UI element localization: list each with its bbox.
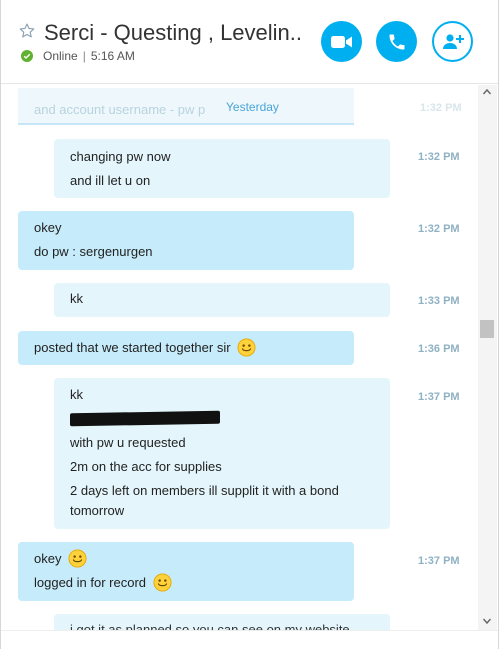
- message-text: with pw u requested: [70, 435, 186, 450]
- message-line: posted that we started together sir: [34, 336, 338, 360]
- message-text: kk: [70, 387, 83, 402]
- conversation-header: Serci - Questing , Levelin... Online | 5…: [1, 0, 498, 84]
- video-call-button[interactable]: [321, 21, 362, 62]
- message-bubble-outgoing[interactable]: i got it as planned so you can see on my…: [54, 614, 390, 630]
- chat-window: Serci - Questing , Levelin... Online | 5…: [0, 0, 499, 649]
- message-bubble-incoming[interactable]: posted that we started together sir: [18, 331, 354, 365]
- scroll-up-arrow-icon[interactable]: [482, 87, 492, 97]
- message-text: changing pw now: [70, 149, 171, 164]
- message-timestamp: 1:37 PM: [418, 391, 460, 403]
- message-bubble-outgoing[interactable]: changing pw now and ill let u on: [54, 139, 390, 198]
- message-text: logged in for record: [34, 575, 147, 590]
- message-timestamp: 1:36 PM: [418, 343, 460, 355]
- video-call-icon: [330, 35, 352, 48]
- message-text: posted that we started together sir: [34, 340, 231, 355]
- status-separator: |: [82, 49, 86, 63]
- message-timestamp: 1:32 PM: [418, 151, 460, 163]
- message-timestamp: 1:37 PM: [418, 555, 460, 567]
- message-text: 2m on the acc for supplies: [70, 459, 222, 474]
- phone-icon: [389, 34, 404, 49]
- smile-emoji-icon: [237, 338, 256, 357]
- message-text: 2 days left on members ill supplit it wi…: [70, 483, 339, 518]
- message-bubble-outgoing[interactable]: kk with pw u requested 2m on the acc for…: [54, 378, 390, 529]
- conversation-title[interactable]: Serci - Questing , Levelin...: [44, 20, 304, 46]
- local-time: 5:16 AM: [90, 49, 135, 63]
- audio-call-button[interactable]: [376, 21, 417, 62]
- message-bubble-incoming[interactable]: okey do pw : sergenurgen: [18, 211, 354, 270]
- message-line: okey: [34, 547, 338, 571]
- message-timestamp: 1:33 PM: [418, 295, 460, 307]
- scrollbar-thumb[interactable]: [480, 320, 494, 338]
- smile-emoji-icon: [68, 549, 87, 568]
- add-person-icon: [442, 33, 464, 49]
- chat-scrollbar[interactable]: [478, 85, 497, 630]
- message-text: okey: [34, 551, 62, 566]
- star-icon[interactable]: [18, 22, 36, 40]
- partially-hidden-message: and account username - pw p: [34, 102, 206, 117]
- smile-emoji-icon: [153, 573, 172, 592]
- message-text: kk: [70, 291, 83, 306]
- message-text: do pw : sergenurgen: [34, 244, 153, 259]
- message-text: okey: [34, 220, 62, 235]
- presence-status: Online | 5:16 AM: [21, 49, 135, 63]
- message-bubble-outgoing[interactable]: kk: [54, 283, 390, 317]
- message-timestamp: 1:32 PM: [418, 223, 460, 235]
- message-text: i got it as planned so you can see on my…: [70, 622, 350, 630]
- message-bubble-incoming[interactable]: okey logged in for record: [18, 542, 354, 601]
- add-participants-button[interactable]: [432, 21, 473, 62]
- message-line: logged in for record: [34, 571, 338, 595]
- scroll-down-arrow-icon[interactable]: [482, 616, 492, 626]
- redacted-text: [70, 410, 220, 427]
- message-text: and ill let u on: [70, 173, 151, 188]
- message-list[interactable]: and account username - pw p Yesterday 1:…: [1, 85, 478, 630]
- partially-hidden-timestamp: 1:32 PM: [420, 102, 462, 114]
- date-separator: and account username - pw p Yesterday: [18, 88, 354, 125]
- compose-area-edge: [1, 630, 498, 649]
- status-text: Online: [43, 49, 78, 63]
- date-separator-label: Yesterday: [226, 100, 279, 114]
- online-status-icon: [21, 50, 33, 62]
